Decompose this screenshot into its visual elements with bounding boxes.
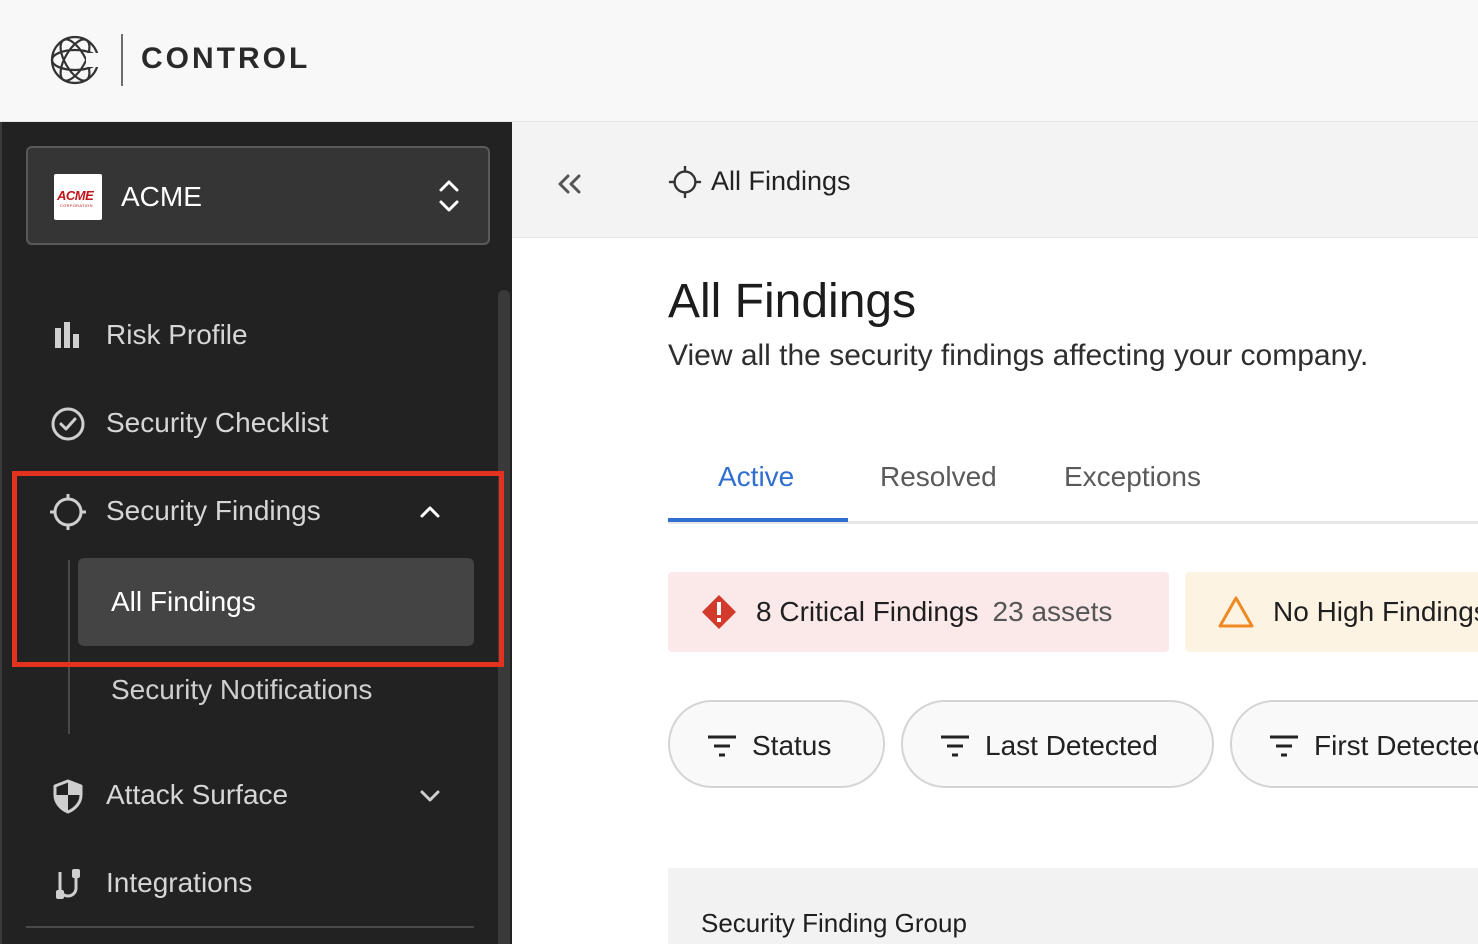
sidebar-subitem-security-notifications[interactable]: Security Notifications: [78, 656, 474, 726]
sidebar-divider: [26, 926, 474, 928]
high-findings-card[interactable]: No High Findings: [1185, 572, 1478, 652]
active-tab-indicator: [668, 518, 848, 522]
top-header: CONTROL: [0, 0, 1478, 122]
check-circle-icon: [51, 407, 85, 441]
sidebar-item-label: Security Findings: [106, 495, 321, 526]
chevron-up-icon[interactable]: [416, 498, 444, 526]
sidebar-subitem-label: All Findings: [111, 586, 256, 617]
org-logo: ACME CORPORATION: [54, 174, 102, 220]
sidebar-item-security-checklist[interactable]: Security Checklist: [2, 394, 502, 450]
org-switcher[interactable]: ACME CORPORATION ACME: [26, 146, 490, 245]
breadcrumb-current: All Findings: [711, 166, 851, 196]
logo-divider: [121, 34, 123, 86]
finding-group-title: Security Finding Group: [701, 908, 967, 938]
sidebar-item-label: Risk Profile: [106, 319, 248, 350]
critical-findings-label: 8 Critical Findings 23 assets: [756, 596, 1112, 628]
sidebar-subitem-all-findings[interactable]: All Findings: [78, 558, 474, 646]
filter-icon: [708, 735, 736, 757]
sidebar-item-security-findings[interactable]: Security Findings: [2, 482, 502, 538]
critical-findings-count: 8 Critical Findings: [756, 596, 979, 627]
sidebar-item-label: Integrations: [106, 867, 253, 898]
page-title: All Findings: [668, 275, 917, 328]
filter-label: Last Detected: [985, 730, 1158, 761]
shield-icon: [53, 779, 83, 814]
chevron-down-icon[interactable]: [416, 782, 444, 810]
warning-triangle-icon: [1218, 596, 1254, 628]
integrations-icon: [56, 869, 80, 899]
filter-icon: [941, 735, 969, 757]
filter-label: First Detected: [1314, 730, 1478, 761]
critical-alert-icon: [702, 595, 736, 629]
sidebar-item-attack-surface[interactable]: Attack Surface: [2, 766, 502, 822]
tab-resolved[interactable]: Resolved: [880, 461, 997, 493]
high-findings-label: No High Findings: [1273, 596, 1478, 627]
finding-group-panel: Security Finding Group: [668, 868, 1478, 944]
sidebar-item-integrations[interactable]: Integrations: [2, 854, 502, 910]
sidebar-subitem-label: Security Notifications: [111, 674, 373, 705]
org-logo-text: ACME: [57, 188, 94, 203]
brand-name: CONTROL: [141, 42, 311, 75]
org-logo-subtext: CORPORATION: [60, 203, 93, 208]
crosshair-icon: [50, 494, 86, 530]
filter-status-button[interactable]: Status: [668, 700, 885, 788]
breadcrumb: All Findings: [512, 122, 1478, 238]
filter-first-detected-button[interactable]: First Detected: [1230, 700, 1478, 788]
org-name: ACME: [121, 181, 202, 212]
sidebar-scrollbar[interactable]: [498, 290, 510, 944]
coalition-logo-icon[interactable]: [46, 31, 104, 89]
submenu-guide-line: [68, 560, 70, 734]
filter-icon: [1270, 735, 1298, 757]
sidebar-item-label: Security Checklist: [106, 407, 329, 438]
critical-assets-count: 23 assets: [992, 596, 1113, 627]
bar-chart-icon: [55, 322, 79, 348]
sidebar-item-label: Attack Surface: [106, 779, 289, 810]
chevron-up-down-icon: [439, 180, 459, 212]
tab-active[interactable]: Active: [718, 461, 794, 493]
double-chevron-left-icon[interactable]: [552, 166, 588, 202]
critical-findings-card[interactable]: 8 Critical Findings 23 assets: [668, 572, 1169, 652]
filter-label: Status: [752, 730, 832, 761]
findings-tabs: Active Resolved Exceptions: [668, 440, 1478, 524]
page-subtitle: View all the security findings affecting…: [668, 339, 1369, 372]
tab-exceptions[interactable]: Exceptions: [1064, 461, 1201, 493]
sidebar-item-risk-profile[interactable]: Risk Profile: [2, 306, 502, 362]
filter-last-detected-button[interactable]: Last Detected: [901, 700, 1214, 788]
sidebar: ACME CORPORATION ACME Risk Profile Secur…: [0, 122, 512, 944]
crosshair-icon: [668, 165, 702, 199]
